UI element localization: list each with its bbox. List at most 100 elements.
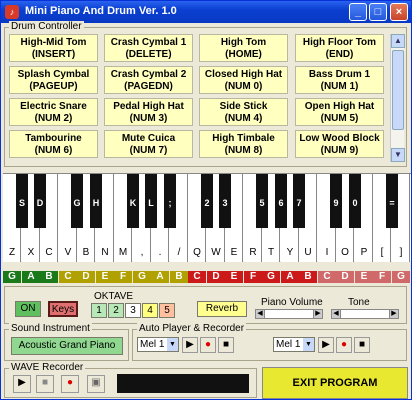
record-icon[interactable]: ●: [200, 337, 216, 353]
piano-volume-slider[interactable]: ◀ ▶: [255, 309, 323, 319]
scroll-up-icon[interactable]: ▲: [391, 34, 405, 48]
black-key[interactable]: 2: [201, 174, 213, 228]
auto-player-label: Auto Player & Recorder: [137, 323, 247, 334]
drum-pad-button[interactable]: Low Wood Block (NUM 9): [295, 130, 384, 158]
maximize-button[interactable]: □: [369, 3, 387, 21]
chevron-down-icon[interactable]: ▼: [167, 338, 178, 351]
octave-option-2[interactable]: 2: [108, 303, 124, 318]
close-button[interactable]: ×: [390, 3, 408, 21]
white-key-label: ,: [140, 247, 144, 258]
octave-option-5[interactable]: 5: [159, 303, 175, 318]
wave-play-icon[interactable]: ▶: [13, 375, 31, 393]
volume-left-arrow-icon[interactable]: ◀: [256, 310, 265, 318]
scroll-down-icon[interactable]: ▼: [391, 148, 405, 162]
note-name: G: [3, 271, 21, 283]
record-icon[interactable]: ●: [336, 337, 352, 353]
note-name: B: [40, 271, 58, 283]
wave-stop-icon[interactable]: ■: [36, 375, 54, 393]
minimize-button[interactable]: _: [349, 3, 367, 21]
black-key[interactable]: 9: [330, 174, 342, 228]
save-icon[interactable]: ▣: [87, 375, 105, 393]
note-name: G: [133, 271, 151, 283]
drum-scrollbar[interactable]: ▲ ▼: [390, 34, 405, 162]
drum-pad-button[interactable]: Open High Hat (NUM 5): [295, 98, 384, 126]
white-key-label: T: [267, 247, 275, 258]
drum-pad-name: Side Stick: [219, 101, 268, 112]
black-key[interactable]: L: [145, 174, 157, 228]
exit-program-button[interactable]: EXIT PROGRAM: [262, 367, 408, 399]
black-key[interactable]: 0: [349, 174, 361, 228]
black-key[interactable]: S: [16, 174, 28, 228]
drum-pad-button[interactable]: Pedal High Hat (NUM 3): [104, 98, 193, 126]
play-icon[interactable]: ▶: [318, 337, 334, 353]
drum-pad-key: (PAGEUP): [29, 81, 78, 92]
black-key[interactable]: K: [127, 174, 139, 228]
drum-pad-button[interactable]: High Floor Tom (END): [295, 34, 384, 62]
drum-pad-key: (NUM 1): [320, 81, 359, 92]
drum-pad-grid: High-Mid Tom (INSERT) Crash Cymbal 1 (DELET…: [9, 34, 389, 162]
black-key-label: D: [36, 198, 44, 208]
octave-option-4[interactable]: 4: [142, 303, 158, 318]
black-key[interactable]: ;: [164, 174, 176, 228]
stop-icon[interactable]: ■: [218, 337, 234, 353]
chevron-down-icon[interactable]: ▼: [303, 338, 314, 351]
app-icon: ♪: [5, 5, 19, 19]
white-key-label: Z: [8, 247, 16, 258]
drum-pad-key: (NUM 2): [34, 113, 73, 124]
drum-pad-button[interactable]: High-Mid Tom (INSERT): [9, 34, 98, 62]
wave-record-icon[interactable]: ●: [61, 375, 79, 393]
stop-icon[interactable]: ■: [354, 337, 370, 353]
reverb-button[interactable]: Reverb: [197, 301, 247, 317]
drum-pad-button[interactable]: Side Stick (NUM 4): [199, 98, 288, 126]
octave-selector: 12345: [91, 303, 181, 319]
black-key[interactable]: G: [71, 174, 83, 228]
black-key[interactable]: 3: [219, 174, 231, 228]
play-icon[interactable]: ▶: [182, 337, 198, 353]
black-key[interactable]: D: [34, 174, 46, 228]
drum-pad-button[interactable]: Mute Cuica (NUM 7): [104, 130, 193, 158]
black-key[interactable]: =: [386, 174, 398, 228]
drum-pad-name: Mute Cuica: [121, 133, 176, 144]
black-key-label: 5: [259, 198, 265, 208]
drum-pad-key: (INSERT): [31, 49, 76, 60]
black-key[interactable]: H: [90, 174, 102, 228]
black-key[interactable]: 7: [293, 174, 305, 228]
drum-pad-button[interactable]: High Tom (HOME): [199, 34, 288, 62]
drum-pad-name: Electric Snare: [20, 101, 87, 112]
keys-button[interactable]: Keys: [48, 301, 78, 317]
drum-pad-button[interactable]: Crash Cymbal 1 (DELETE): [104, 34, 193, 62]
octave-option-1[interactable]: 1: [91, 303, 107, 318]
white-key-label: O: [341, 247, 349, 258]
black-key[interactable]: 6: [275, 174, 287, 228]
black-key[interactable]: 5: [256, 174, 268, 228]
note-name: F: [114, 271, 132, 283]
volume-right-arrow-icon[interactable]: ▶: [313, 310, 322, 318]
drum-pad-key: (NUM 8): [224, 145, 263, 156]
on-button[interactable]: ON: [15, 301, 41, 317]
tone-slider[interactable]: ◀ ▶: [331, 309, 399, 319]
piano-keyboard: Z X C V B N M,. / Q W E R T Y U I O P [] S D G H K L; 2 3 5 6 7 9 0 =: [3, 173, 411, 262]
drum-pad-button[interactable]: Splash Cymbal (PAGEUP): [9, 66, 98, 94]
melody-select-1[interactable]: Mel 1 ▼: [137, 337, 179, 352]
drum-pad-button[interactable]: Tambourine (NUM 6): [9, 130, 98, 158]
melody-select-2[interactable]: Mel 1 ▼: [273, 337, 315, 352]
octave-option-3[interactable]: 3: [125, 303, 141, 318]
sound-instrument-label: Sound Instrument: [9, 323, 92, 334]
wave-recorder-label: WAVE Recorder: [9, 362, 86, 373]
drum-pad-button[interactable]: High Timbale (NUM 8): [199, 130, 288, 158]
tone-right-arrow-icon[interactable]: ▶: [389, 310, 398, 318]
scroll-thumb[interactable]: [392, 50, 404, 130]
black-key-label: =: [389, 198, 395, 208]
drum-pad-button[interactable]: Closed High Hat (NUM 0): [199, 66, 288, 94]
note-name: A: [22, 271, 40, 283]
drum-pad-button[interactable]: Electric Snare (NUM 2): [9, 98, 98, 126]
instrument-button[interactable]: Acoustic Grand Piano: [11, 337, 123, 355]
black-key-label: 6: [278, 198, 284, 208]
white-key-label: W: [211, 247, 221, 258]
tone-left-arrow-icon[interactable]: ◀: [332, 310, 341, 318]
piano-volume-label: Piano Volume: [261, 297, 323, 308]
drum-pad-button[interactable]: Crash Cymbal 2 (PAGEDN): [104, 66, 193, 94]
drum-pad-button[interactable]: Bass Drum 1 (NUM 1): [295, 66, 384, 94]
note-name-strip: GABCDEFGABCDEFGABCDEFG: [3, 271, 411, 283]
note-name: F: [244, 271, 262, 283]
